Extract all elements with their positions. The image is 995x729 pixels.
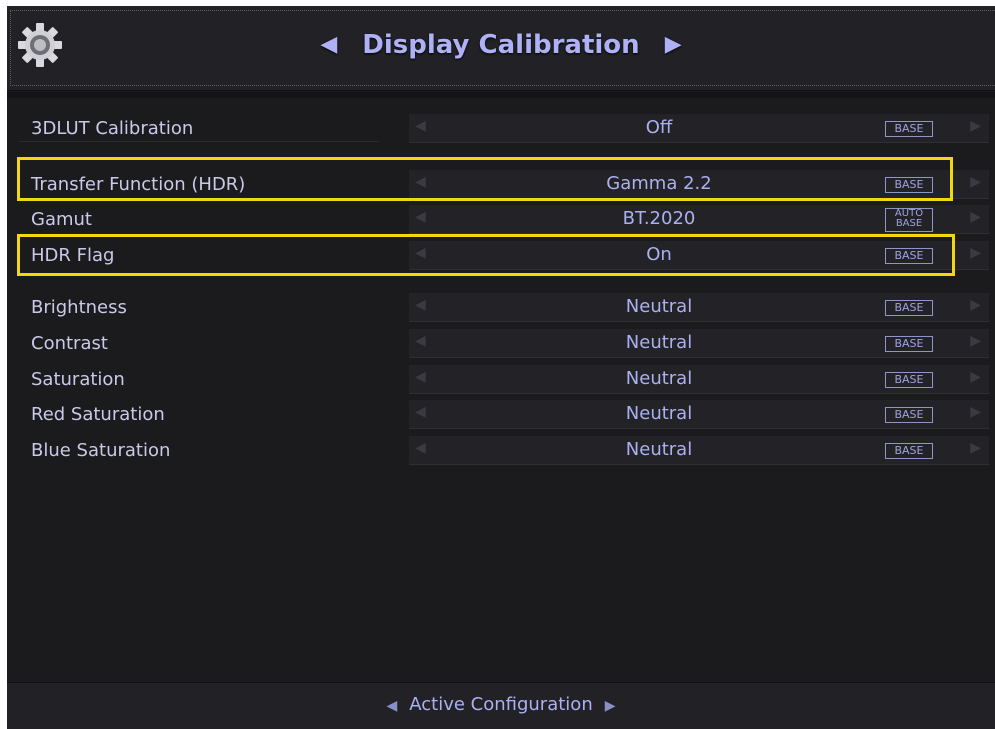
- setting-value: On: [646, 244, 672, 265]
- setting-row-transfer-function[interactable]: Transfer Function (HDR) ◀ Gamma 2.2 BASE…: [19, 170, 989, 199]
- setting-value: Off: [645, 117, 673, 138]
- base-badge[interactable]: BASE: [885, 248, 933, 264]
- menu-footer: ◀ Active Configuration ▶: [7, 682, 995, 729]
- setting-label: HDR Flag: [31, 245, 115, 266]
- value-next-arrow[interactable]: ▶: [970, 174, 981, 190]
- setting-value: Neutral: [625, 332, 693, 353]
- setting-value-selector[interactable]: ◀ Neutral BASE ▶: [409, 400, 989, 429]
- auto-base-badge[interactable]: AUTO BASE: [885, 208, 933, 232]
- header-divider: [7, 92, 995, 98]
- setting-label: Red Saturation: [31, 404, 165, 425]
- setting-label: Contrast: [31, 333, 108, 354]
- value-next-arrow[interactable]: ▶: [970, 245, 981, 261]
- setting-row-gamut[interactable]: Gamut ◀ BT.2020 AUTO BASE ▶: [19, 205, 989, 234]
- setting-row-saturation[interactable]: Saturation ◀ Neutral BASE ▶: [19, 365, 989, 394]
- value-prev-arrow[interactable]: ◀: [415, 209, 426, 225]
- base-badge[interactable]: BASE: [885, 121, 933, 137]
- setting-value: Neutral: [625, 368, 693, 389]
- setting-value-selector[interactable]: ◀ Neutral BASE ▶: [409, 293, 989, 322]
- value-prev-arrow[interactable]: ◀: [415, 369, 426, 385]
- base-badge[interactable]: BASE: [885, 372, 933, 388]
- setting-row-3dlut-calibration[interactable]: 3DLUT Calibration ◀ Off BASE ▶: [19, 114, 989, 143]
- value-prev-arrow[interactable]: ◀: [415, 174, 426, 190]
- footer-next-arrow[interactable]: ▶: [593, 698, 628, 714]
- setting-label: Transfer Function (HDR): [31, 174, 246, 195]
- value-next-arrow[interactable]: ▶: [970, 440, 981, 456]
- setting-row-contrast[interactable]: Contrast ◀ Neutral BASE ▶: [19, 329, 989, 358]
- setting-value-selector[interactable]: ◀ Off BASE ▶: [409, 114, 989, 143]
- next-page-arrow[interactable]: ▶: [649, 28, 698, 62]
- setting-row-hdr-flag[interactable]: HDR Flag ◀ On BASE ▶: [19, 241, 989, 270]
- value-next-arrow[interactable]: ▶: [970, 297, 981, 313]
- value-next-arrow[interactable]: ▶: [970, 209, 981, 225]
- setting-value-selector[interactable]: ◀ Neutral BASE ▶: [409, 329, 989, 358]
- value-prev-arrow[interactable]: ◀: [415, 333, 426, 349]
- menu-header: ◀ Display Calibration ▶: [7, 6, 995, 91]
- setting-label: Gamut: [31, 209, 92, 230]
- setting-label: Blue Saturation: [31, 440, 171, 461]
- setting-label: Saturation: [31, 369, 125, 390]
- value-prev-arrow[interactable]: ◀: [415, 440, 426, 456]
- value-prev-arrow[interactable]: ◀: [415, 245, 426, 261]
- setting-label: Brightness: [31, 297, 127, 318]
- setting-value-selector[interactable]: ◀ On BASE ▶: [409, 241, 989, 270]
- base-badge[interactable]: BASE: [885, 300, 933, 316]
- active-configuration-label[interactable]: Active Configuration: [409, 694, 592, 715]
- setting-value-selector[interactable]: ◀ Neutral BASE ▶: [409, 436, 989, 465]
- setting-value-selector[interactable]: ◀ Neutral BASE ▶: [409, 365, 989, 394]
- badge-line-base: BASE: [895, 218, 923, 229]
- value-prev-arrow[interactable]: ◀: [415, 297, 426, 313]
- setting-row-brightness[interactable]: Brightness ◀ Neutral BASE ▶: [19, 293, 989, 322]
- value-next-arrow[interactable]: ▶: [970, 369, 981, 385]
- setting-value: Neutral: [625, 296, 693, 317]
- base-badge[interactable]: BASE: [885, 336, 933, 352]
- value-next-arrow[interactable]: ▶: [970, 404, 981, 420]
- footer-nav: ◀ Active Configuration ▶: [7, 694, 995, 717]
- value-next-arrow[interactable]: ▶: [970, 118, 981, 134]
- setting-value-selector[interactable]: ◀ BT.2020 AUTO BASE ▶: [409, 205, 989, 234]
- prev-page-arrow[interactable]: ◀: [304, 28, 353, 62]
- footer-prev-arrow[interactable]: ◀: [374, 698, 409, 714]
- setting-label: 3DLUT Calibration: [31, 118, 194, 139]
- setting-value: BT.2020: [622, 208, 696, 229]
- setting-value-selector[interactable]: ◀ Gamma 2.2 BASE ▶: [409, 170, 989, 199]
- setting-value: Neutral: [625, 403, 693, 424]
- value-prev-arrow[interactable]: ◀: [415, 118, 426, 134]
- base-badge[interactable]: BASE: [885, 177, 933, 193]
- setting-row-blue-saturation[interactable]: Blue Saturation ◀ Neutral BASE ▶: [19, 436, 989, 465]
- setting-row-red-saturation[interactable]: Red Saturation ◀ Neutral BASE ▶: [19, 400, 989, 429]
- setting-value: Neutral: [625, 439, 693, 460]
- base-badge[interactable]: BASE: [885, 407, 933, 423]
- page-title: Display Calibration: [362, 30, 640, 60]
- base-badge[interactable]: BASE: [885, 443, 933, 459]
- calibration-menu: ◀ Display Calibration ▶ 3DLUT Calibratio…: [7, 6, 995, 729]
- setting-value: Gamma 2.2: [606, 173, 712, 194]
- value-next-arrow[interactable]: ▶: [970, 333, 981, 349]
- row-divider: [19, 141, 379, 142]
- header-title-group: ◀ Display Calibration ▶: [7, 28, 995, 62]
- value-prev-arrow[interactable]: ◀: [415, 404, 426, 420]
